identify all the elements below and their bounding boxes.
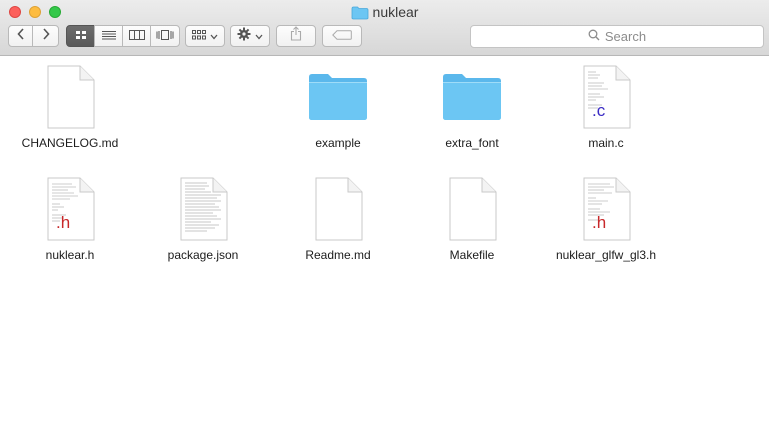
window-title: nuklear	[372, 4, 419, 20]
file-name: nuklear_glfw_gl3.h	[555, 248, 657, 262]
file-icon-view: CHANGELOG.md example extra_font .c main.…	[0, 56, 769, 435]
file-item[interactable]: .c main.c	[541, 65, 671, 150]
folder-icon	[440, 65, 504, 129]
file-item[interactable]: .h nuklear.h	[5, 177, 135, 262]
search-icon	[588, 29, 605, 44]
folder-icon	[306, 65, 370, 129]
folder-name: example	[315, 136, 361, 150]
file-name: CHANGELOG.md	[21, 136, 119, 150]
file-name: package.json	[167, 248, 239, 262]
columns-icon	[128, 27, 145, 45]
c-badge: .c	[592, 101, 606, 120]
arrange-grid-icon	[192, 27, 206, 45]
title-bar: nuklear Search	[0, 0, 769, 56]
cover-flow-button[interactable]	[150, 25, 180, 47]
file-item[interactable]: Readme.md	[273, 177, 403, 262]
edit-tags-button[interactable]	[322, 25, 362, 47]
action-menu-button[interactable]	[230, 25, 270, 47]
search-placeholder: Search	[604, 29, 647, 44]
forward-button[interactable]	[32, 25, 59, 47]
file-name: Makefile	[449, 248, 495, 262]
file-name: nuklear.h	[45, 248, 95, 262]
c-source-file-icon: .c	[574, 65, 638, 129]
file-item[interactable]: package.json	[138, 177, 268, 262]
icon-grid-icon	[75, 27, 87, 45]
gear-icon	[237, 27, 251, 46]
file-name: Readme.md	[305, 248, 371, 262]
file-item[interactable]: Makefile	[407, 177, 537, 262]
share-button[interactable]	[276, 25, 316, 47]
document-icon	[38, 65, 102, 129]
chevron-down-icon	[210, 27, 218, 45]
back-button[interactable]	[8, 25, 33, 47]
window-title-area: nuklear	[0, 4, 769, 24]
chevron-left-icon	[16, 27, 26, 46]
folder-icon	[351, 6, 369, 24]
c-header-file-icon: .h	[574, 177, 638, 241]
folder-item[interactable]: extra_font	[407, 65, 537, 150]
chevron-right-icon	[41, 27, 51, 46]
folder-item[interactable]: example	[273, 65, 403, 150]
file-name: main.c	[588, 136, 624, 150]
list-view-button[interactable]	[94, 25, 123, 47]
arrange-menu-button[interactable]	[185, 25, 225, 47]
text-document-icon	[171, 177, 235, 241]
c-header-file-icon: .h	[38, 177, 102, 241]
h-badge: .h	[56, 213, 71, 232]
file-item[interactable]: CHANGELOG.md	[5, 65, 135, 150]
h-badge: .h	[592, 213, 607, 232]
tag-icon	[332, 27, 352, 45]
chevron-down-icon	[255, 27, 263, 45]
file-item[interactable]: .h nuklear_glfw_gl3.h	[541, 177, 671, 262]
icon-view-button[interactable]	[66, 25, 95, 47]
share-icon	[290, 26, 302, 46]
list-icon	[101, 27, 116, 45]
search-field[interactable]: Search	[470, 25, 764, 48]
cover-flow-icon	[156, 27, 174, 45]
folder-name: extra_font	[445, 136, 499, 150]
column-view-button[interactable]	[122, 25, 151, 47]
document-icon	[306, 177, 370, 241]
document-icon	[440, 177, 504, 241]
